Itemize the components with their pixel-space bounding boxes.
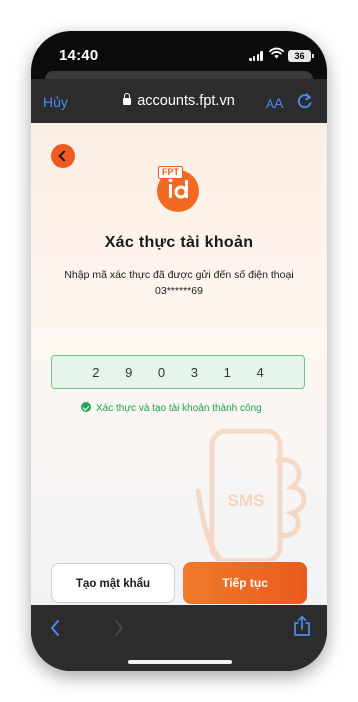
wifi-icon [269, 47, 284, 59]
phone-frame: 14:40 36 Hủy accounts.fpt.vn AA FPT Xác … [31, 31, 327, 671]
text-size-small-label: A [266, 97, 275, 111]
lock-icon [123, 93, 132, 105]
success-message: Xác thực và tạo tài khoản thành công [81, 402, 262, 414]
otp-digit: 9 [125, 364, 133, 380]
otp-digit: 2 [92, 364, 100, 380]
create-password-button[interactable]: Tạo mật khẩu [51, 563, 175, 603]
sms-phone-illustration: SMS [195, 428, 307, 561]
otp-digit: 1 [223, 364, 231, 380]
logo-fpt-tag: FPT [158, 166, 183, 179]
back-chevron-icon[interactable] [51, 144, 75, 168]
text-size-button[interactable]: AA [266, 95, 283, 111]
phone-number: 03******69 [155, 285, 203, 297]
description-text: Nhập mã xác thực đã được gửi đến số điện… [64, 269, 294, 281]
text-size-big-label: A [274, 95, 284, 111]
otp-digit: 4 [256, 364, 264, 380]
battery-icon: 36 [288, 50, 314, 62]
otp-input[interactable]: 2 9 0 3 1 4 [51, 355, 305, 389]
check-circle-icon [81, 402, 91, 412]
continue-button[interactable]: Tiếp tục [183, 562, 307, 604]
url-text: accounts.fpt.vn [137, 93, 235, 109]
illustration-sms-text: SMS [228, 491, 265, 510]
browser-bottom-toolbar [31, 605, 327, 671]
nav-back-icon[interactable] [49, 619, 61, 637]
reload-icon[interactable] [297, 92, 313, 110]
share-icon[interactable] [293, 615, 311, 637]
otp-digit: 3 [190, 364, 198, 380]
fpt-id-logo: FPT [155, 166, 201, 212]
nav-forward-icon[interactable] [113, 619, 125, 637]
success-text: Xác thực và tạo tài khoản thành công [96, 403, 262, 414]
otp-digit: 0 [157, 364, 166, 380]
signal-icon [249, 51, 263, 61]
description: Nhập mã xác thực đã được gửi đến số điện… [51, 267, 307, 299]
status-time: 14:40 [59, 47, 99, 64]
web-content: FPT Xác thực tài khoản Nhập mã xác thực … [31, 123, 327, 605]
home-indicator[interactable] [128, 660, 232, 664]
page-title: Xác thực tài khoản [104, 234, 254, 251]
browser-toolbar: Hủy accounts.fpt.vn AA [31, 79, 327, 123]
